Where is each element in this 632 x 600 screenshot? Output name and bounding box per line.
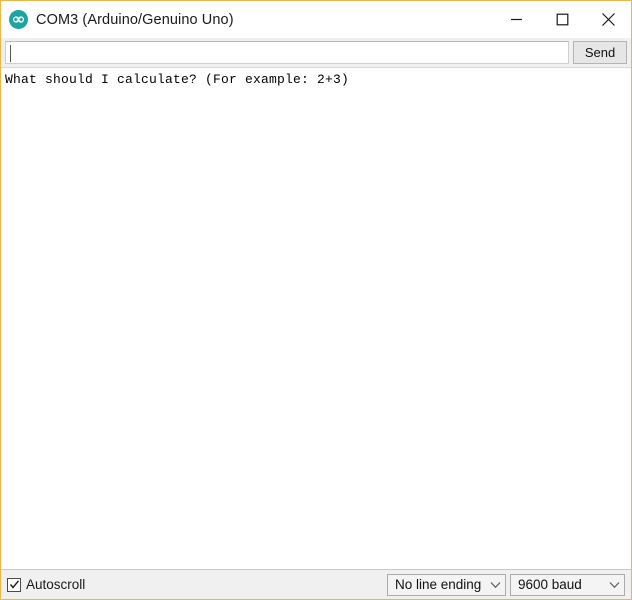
line-ending-dropdown[interactable]: No line ending: [387, 573, 506, 596]
window-controls: [493, 1, 631, 38]
send-toolbar: Send: [1, 38, 631, 67]
maximize-icon: [556, 13, 568, 26]
minimize-icon: [510, 18, 522, 21]
maximize-button[interactable]: [539, 1, 585, 38]
autoscroll-checkbox[interactable]: [7, 577, 21, 592]
title-bar: COM3 (Arduino/Genuino Uno): [1, 1, 631, 38]
send-button[interactable]: Send: [573, 41, 627, 64]
serial-monitor-window: COM3 (Arduino/Genuino Uno) Send What sho…: [0, 0, 632, 600]
console-line: What should I calculate? (For example: 2…: [5, 72, 350, 87]
minimize-button[interactable]: [493, 1, 539, 38]
chevron-down-icon: [609, 581, 620, 589]
close-icon: [601, 13, 615, 26]
autoscroll-label: Autoscroll: [26, 577, 86, 592]
window-title: COM3 (Arduino/Genuino Uno): [36, 11, 234, 28]
baud-rate-value: 9600 baud: [518, 577, 582, 592]
console-output[interactable]: What should I calculate? (For example: 2…: [1, 67, 631, 569]
text-caret: [10, 45, 11, 62]
close-button[interactable]: [585, 1, 631, 38]
status-dropdowns: No line ending 9600 baud: [387, 573, 625, 596]
chevron-down-icon: [490, 581, 501, 589]
send-input[interactable]: [5, 41, 569, 64]
line-ending-value: No line ending: [395, 577, 482, 592]
status-bar: Autoscroll No line ending 9600 baud: [1, 569, 631, 599]
autoscroll-checkbox-group[interactable]: Autoscroll: [7, 577, 85, 592]
baud-rate-dropdown[interactable]: 9600 baud: [510, 573, 625, 596]
check-icon: [9, 580, 19, 589]
arduino-infinity-icon: [9, 10, 28, 29]
